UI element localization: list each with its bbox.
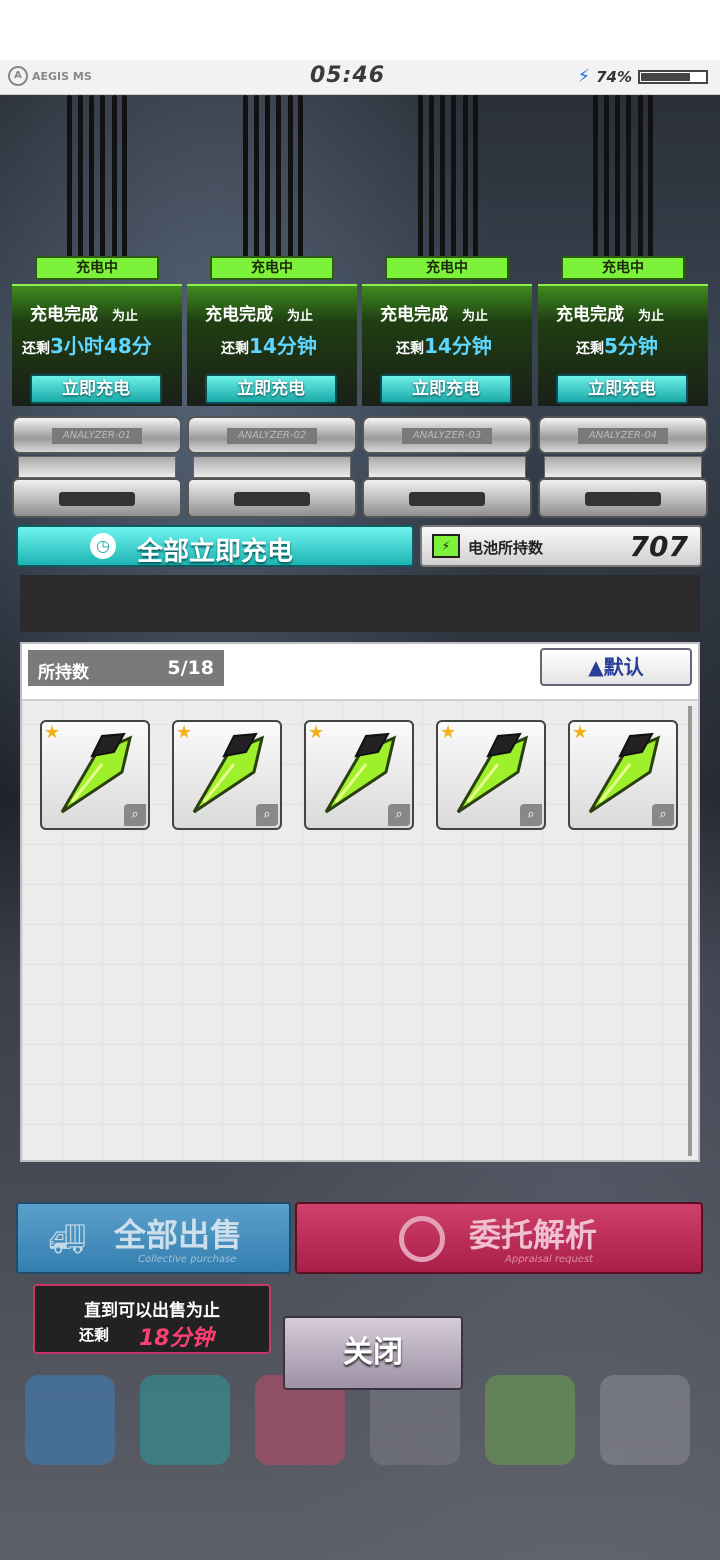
inventory-item[interactable]: ★ ⌕ [568,720,678,830]
charge-panel: 充电完成 为止 还剩5分钟 立即充电 [538,284,708,406]
analyzer-slot-1: 充电中 充电完成 为止 还剩3小时48分 立即充电 [12,256,182,406]
until-label: 为止 [462,309,489,324]
logo-icon: A [8,66,28,86]
sell-cooldown-tooltip: 直到可以出售为止 还剩 18分钟 [33,1284,271,1354]
remaining-prefix: 还剩 [576,341,604,357]
status-bar: A AEGIS MS 05:46 ⚡ 74% [0,60,720,95]
held-label: 所持数 [38,663,89,683]
analyzer-machine-4: ANALYZER-04 [538,416,708,520]
battery-count-value: 707 [629,530,688,563]
battery-count-panel: ⚡ 电池所持数 707 [420,525,702,567]
bg-app-icon [25,1375,115,1465]
magnify-icon[interactable]: ⌕ [256,804,278,826]
analyzer-machine-2: ANALYZER-02 [187,416,357,520]
analyzer-plate: ANALYZER-04 [578,428,668,444]
charging-status: 充电中 [35,256,159,280]
battery-percent: 74% [596,67,632,86]
cables [62,95,132,260]
analyzer-slot-4: 充电中 充电完成 为止 还剩5分钟 立即充电 [538,256,708,406]
remaining-prefix: 还剩 [22,341,50,357]
analyzer-plate: ANALYZER-02 [227,428,317,444]
inventory-item[interactable]: ★ ⌕ [40,720,150,830]
bg-app-icon [485,1375,575,1465]
magnify-icon[interactable]: ⌕ [520,804,542,826]
sell-all-sub: Collective purchase [138,1254,237,1265]
info-strip [20,575,700,632]
charge-panel: 充电完成 为止 还剩3小时48分 立即充电 [12,284,182,406]
scrollbar[interactable] [688,706,692,1156]
analyzer-plate: ANALYZER-01 [52,428,142,444]
until-label: 为止 [287,309,314,324]
star-icon: ★ [176,722,193,743]
cables [588,95,658,260]
analyzer-slot-2: 充电中 充电完成 为止 还剩14分钟 立即充电 [187,256,357,406]
charging-status: 充电中 [561,256,685,280]
charge-now-button[interactable]: 立即充电 [205,374,337,404]
until-label: 为止 [638,309,665,324]
charge-now-button[interactable]: 立即充电 [30,374,162,404]
ring-icon [399,1216,445,1262]
charge-complete-label: 充电完成 [380,305,448,325]
remaining-prefix: 还剩 [396,341,424,357]
star-icon: ★ [44,722,61,743]
charging-status: 充电中 [210,256,334,280]
until-label: 为止 [112,309,139,324]
truck-icon: 🚚︎ [48,1222,87,1257]
bolt-icon: ⚡ [577,66,591,87]
appraisal-label: 委托解析 [469,1216,598,1254]
charge-complete-label: 充电完成 [556,305,624,325]
battery-count-label: 电池所持数 [468,539,544,557]
inventory-item[interactable]: ★ ⌕ [172,720,282,830]
appraisal-request-button[interactable]: 委托解析 Appraisal request [295,1202,703,1274]
analyzer-machine-1: ANALYZER-01 [12,416,182,520]
star-icon: ★ [308,722,325,743]
charge-all-label: 全部立即充电 [136,537,293,567]
analyzer-slot-3: 充电中 充电完成 为止 还剩14分钟 立即充电 [362,256,532,406]
sort-button[interactable]: ▲默认 [540,648,692,686]
sell-all-button[interactable]: 🚚︎ 全部出售 Collective purchase [16,1202,291,1274]
inventory-item[interactable]: ★ ⌕ [436,720,546,830]
clock: 05:46 [310,63,386,88]
charge-complete-label: 充电完成 [30,305,98,325]
remaining-time: 3小时48分 [50,334,152,358]
bg-app-icon [140,1375,230,1465]
remaining-prefix: 还剩 [221,341,249,357]
charge-now-button[interactable]: 立即充电 [380,374,512,404]
charge-panel: 充电完成 为止 还剩14分钟 立即充电 [362,284,532,406]
magnify-icon[interactable]: ⌕ [124,804,146,826]
close-button[interactable]: 关闭 [283,1316,463,1390]
star-icon: ★ [572,722,589,743]
magnify-icon[interactable]: ⌕ [652,804,674,826]
charge-now-button[interactable]: 立即充电 [556,374,688,404]
remaining-time: 14分钟 [424,334,492,358]
charge-all-button[interactable]: ◷ 全部立即充电 [16,525,414,567]
charge-panel: 充电完成 为止 还剩14分钟 立即充电 [187,284,357,406]
magnify-icon[interactable]: ⌕ [388,804,410,826]
battery-indicator: ⚡ 74% [577,66,708,87]
appraisal-sub: Appraisal request [505,1254,594,1265]
bg-app-icon [600,1375,690,1465]
battery-bar [638,69,708,84]
cables [413,95,483,260]
held-value: 5/18 [167,657,214,679]
sell-all-label: 全部出售 [114,1216,243,1254]
battery-icon: ⚡ [432,534,460,558]
analyzer-plate: ANALYZER-03 [402,428,492,444]
app-logo: A AEGIS MS [8,66,92,86]
star-icon: ★ [440,722,457,743]
sell-tip-time: 18分钟 [139,1326,214,1351]
charge-complete-label: 充电完成 [205,305,273,325]
analyzer-machine-3: ANALYZER-03 [362,416,532,520]
cables [238,95,308,260]
inventory-header: 所持数 5/18 ▲默认 [22,644,698,701]
remaining-time: 14分钟 [249,334,317,358]
sell-tip-line: 直到可以出售为止 [84,1301,220,1321]
logo-text: AEGIS MS [32,69,92,83]
remaining-time: 5分钟 [604,334,658,358]
sell-tip-prefix: 还剩 [79,1326,110,1344]
inventory-item[interactable]: ★ ⌕ [304,720,414,830]
held-count-box: 所持数 5/18 [28,650,224,686]
charging-status: 充电中 [385,256,509,280]
